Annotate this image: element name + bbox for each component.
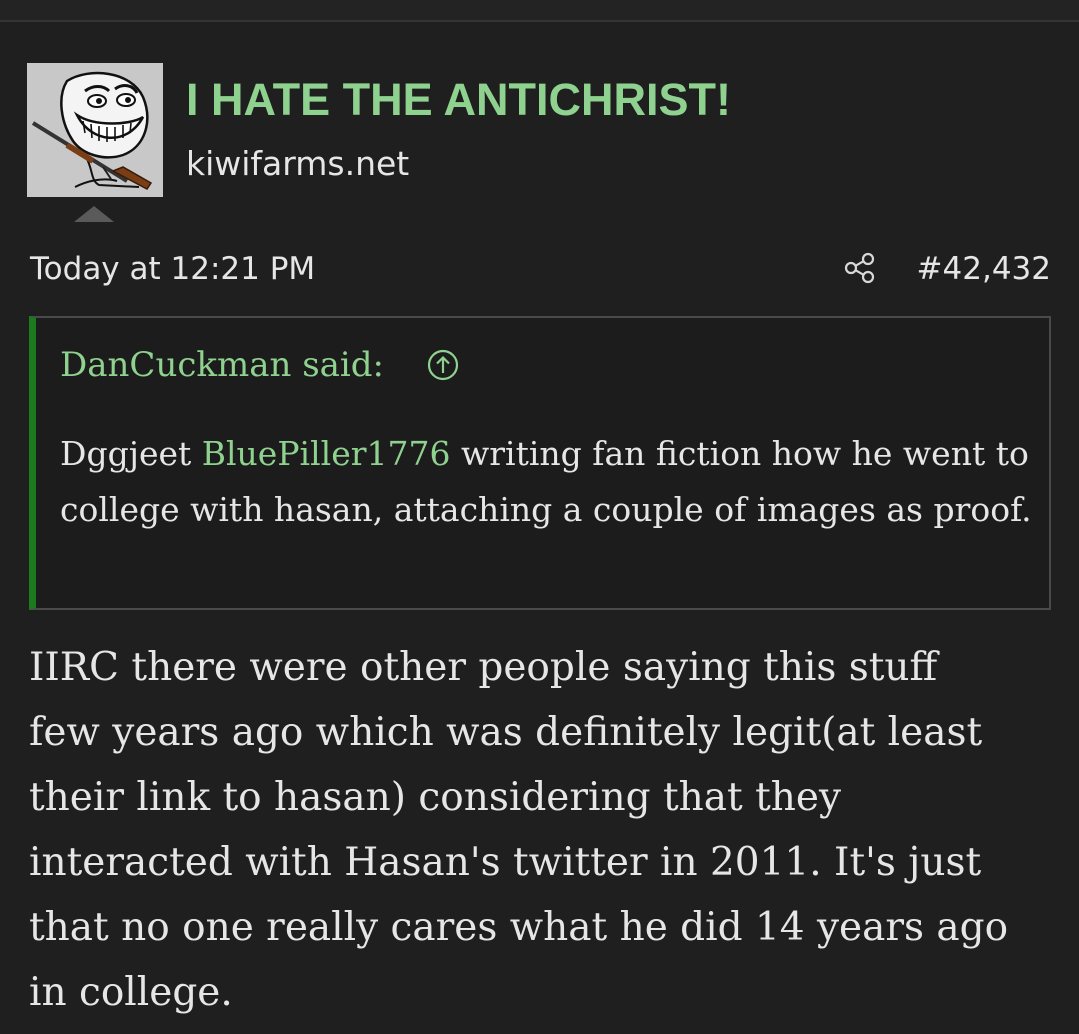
message-line: their link to hasan) considering that th… bbox=[29, 775, 841, 820]
user-title: kiwifarms.net bbox=[186, 144, 410, 183]
avatar[interactable] bbox=[27, 63, 163, 197]
message-line: that no one really cares what he did 14 … bbox=[29, 905, 1009, 950]
quote-block: DanCuckman said: Dggjeet BluePiller1776 … bbox=[29, 316, 1051, 610]
message-line: interacted with Hasan's twitter in 2011.… bbox=[29, 840, 982, 885]
quote-body: Dggjeet BluePiller1776 writing fan ficti… bbox=[60, 426, 1040, 538]
jump-to-quote-icon[interactable] bbox=[426, 348, 460, 382]
user-mention-link[interactable]: BluePiller1776 bbox=[202, 434, 451, 473]
post-timestamp-link[interactable]: Today at 12:21 PM bbox=[30, 248, 315, 290]
share-icon[interactable] bbox=[843, 251, 877, 285]
message-line: in college. bbox=[29, 970, 233, 1015]
message-body: IIRC there were other people saying this… bbox=[29, 635, 1049, 1025]
message-line: IIRC there were other people saying this… bbox=[29, 645, 938, 690]
quote-author-link[interactable]: DanCuckman said: bbox=[60, 340, 384, 390]
trollface-with-rifle-icon bbox=[27, 63, 163, 197]
avatar-menu-caret[interactable] bbox=[74, 206, 114, 222]
post-number-link[interactable]: #42,432 bbox=[917, 248, 1051, 290]
message-line: few years ago which was definitely legit… bbox=[29, 710, 983, 755]
top-strip bbox=[0, 0, 1079, 20]
quote-text-start: Dggjeet bbox=[60, 434, 202, 473]
username-link[interactable]: I HATE THE ANTICHRIST! bbox=[186, 74, 731, 126]
